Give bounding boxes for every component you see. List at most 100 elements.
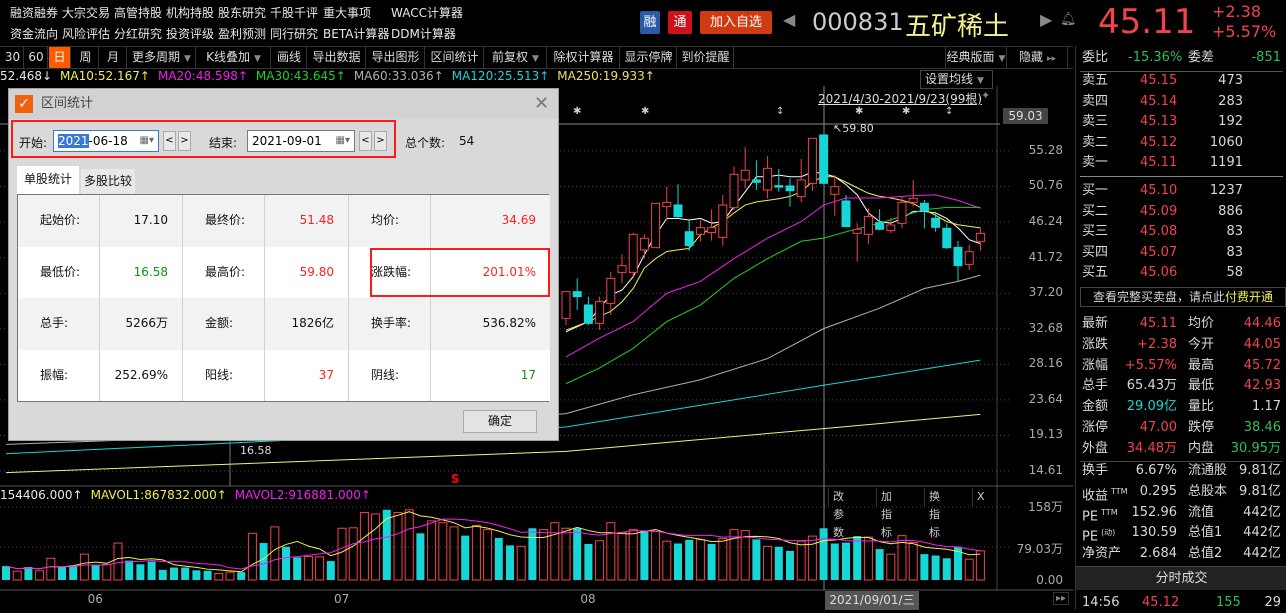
ask-row[interactable]: 卖四 45.14 283 — [1076, 92, 1286, 112]
fundamental-label: 流通股 — [1188, 463, 1228, 478]
candle-body — [908, 197, 918, 203]
volume-bar — [640, 531, 649, 580]
bid-row[interactable]: 买一 45.10 1237 — [1076, 181, 1286, 201]
quote-label: 金额 — [1082, 399, 1109, 415]
price-change-pct: +5.57% — [1212, 22, 1277, 41]
bid-row[interactable]: 买三 45.08 83 — [1076, 222, 1286, 242]
volume-bar — [359, 512, 369, 581]
level-price: 45.13 — [1140, 114, 1178, 130]
weibi-row: 委比 -15.36% 委差 -851 — [1076, 48, 1286, 68]
end-date-input[interactable]: 2021-09-01 ▦▾ — [247, 130, 355, 152]
paid-open-link[interactable]: 付费开通 — [1225, 290, 1273, 304]
level-price: 45.10 — [1140, 183, 1178, 198]
ask-row[interactable]: 卖二 45.12 1060 — [1076, 133, 1286, 153]
ask-row[interactable]: 卖三 45.13 192 — [1076, 112, 1286, 132]
volume-bar — [752, 539, 761, 580]
tab-single-stock[interactable]: 单股统计 — [17, 166, 79, 194]
volume-bar — [471, 524, 481, 581]
start-date-input[interactable]: 2021-06-18 ▦▾ — [53, 130, 159, 152]
volume-bar — [326, 561, 335, 580]
dialog-title-bar[interactable]: 区间统计 — [9, 89, 558, 119]
volume-bar — [303, 555, 313, 581]
volume-bar — [136, 564, 145, 580]
fundamental-value: 9.81亿 — [1239, 463, 1281, 478]
close-icon[interactable]: ✕ — [534, 93, 549, 114]
start-prev-button[interactable]: < — [163, 131, 176, 151]
fundamental-value: 152.96 — [1131, 504, 1178, 520]
stat-value: 37 — [265, 349, 349, 401]
calendar-dropdown-icon[interactable]: ▦▾ — [140, 131, 154, 151]
range-label[interactable]: 2021/4/30-2021/9/23(99根) — [818, 90, 982, 107]
bid-row[interactable]: 买二 45.09 886 — [1076, 202, 1286, 222]
level-label: 卖三 — [1082, 114, 1109, 130]
stat-label: 金额: — [183, 298, 265, 350]
calendar-dropdown-icon[interactable]: ▦▾ — [336, 131, 350, 151]
start-date-rest: -06-18 — [88, 134, 128, 148]
bid-row[interactable]: 买四 45.07 83 — [1076, 243, 1286, 263]
stat-label: 均价: — [349, 195, 431, 247]
volume-bar — [516, 545, 526, 581]
start-next-button[interactable]: > — [178, 131, 191, 151]
fundamental-value: 130.59 — [1131, 525, 1178, 541]
fundamental-row: PE (动) 130.59 总值1 442亿 — [1076, 523, 1286, 544]
level-volume: 83 — [1226, 224, 1243, 240]
volume-bar — [102, 563, 112, 581]
stat-label: 最高价: — [183, 246, 265, 298]
tick-price: 45.12 — [1142, 595, 1180, 610]
quote-row: 涨幅 +5.57% 最高 45.72 — [1076, 356, 1286, 376]
last-price: 45.11 — [1098, 2, 1196, 42]
price-tick: 55.28 — [1028, 142, 1063, 157]
volume-bar — [819, 528, 828, 580]
volume-bar — [58, 567, 66, 580]
candle-body — [785, 185, 795, 192]
bid-row[interactable]: 买五 45.06 58 — [1076, 263, 1286, 283]
end-next-button[interactable]: > — [374, 131, 387, 151]
stat-value: 1826亿 — [265, 298, 349, 350]
min-price-label: 16.58 — [240, 444, 272, 457]
event-marker: ✱ — [855, 106, 863, 117]
volume-button[interactable]: 换指标 — [924, 488, 944, 539]
quote-value: +5.57% — [1124, 357, 1177, 373]
fundamental-value: 442亿 — [1243, 525, 1281, 541]
full-book-link[interactable]: 查看完整买卖盘，请点此付费开通 — [1080, 287, 1286, 307]
scroll-right-icon[interactable]: ▸▸ — [1053, 592, 1070, 605]
volume-bar — [181, 567, 190, 580]
candle-body — [583, 304, 593, 324]
volume-bar — [427, 520, 437, 581]
level-volume: 1237 — [1209, 183, 1243, 198]
tab-multi-compare[interactable]: 多股比较 — [81, 169, 135, 194]
candle-body — [841, 200, 851, 228]
candle-body — [763, 167, 773, 191]
quote-value: 30.95万 — [1230, 440, 1281, 456]
ask-row[interactable]: 卖五 45.15 473 — [1076, 71, 1286, 91]
end-prev-button[interactable]: < — [359, 131, 372, 151]
set-ma-button[interactable]: 设置均线 ▼ — [920, 70, 993, 89]
level-label: 卖二 — [1082, 134, 1109, 150]
ask-row[interactable]: 卖一 45.11 1191 — [1076, 153, 1286, 173]
volume-button[interactable]: 改参数 — [828, 488, 848, 539]
quote-row: 涨跌 +2.38 今开 44.05 — [1076, 335, 1286, 355]
stat-value: 17 — [431, 349, 550, 401]
volume-button[interactable]: 加指标 — [876, 488, 896, 539]
quote-label: 最高 — [1188, 357, 1215, 373]
ticks-title[interactable]: 分时成交 — [1076, 566, 1286, 590]
candle-body — [897, 201, 907, 224]
fundamental-row: PE TTM 152.96 流值 442亿 — [1076, 503, 1286, 524]
level-price: 45.07 — [1140, 244, 1178, 260]
fundamental-row: 换手 6.67% 流通股 9.81亿 — [1076, 461, 1286, 481]
volume-bar — [461, 535, 470, 580]
volume-bar — [942, 558, 951, 580]
month-label: 06 — [87, 592, 103, 606]
volume-legend-item: MAVOL2:916881.000↑ — [234, 488, 371, 502]
price-tick: 23.64 — [1028, 391, 1063, 406]
volume-bar — [886, 553, 896, 581]
volume-button[interactable]: X — [972, 488, 989, 506]
stat-label: 振幅: — [18, 349, 100, 401]
volume-bar — [259, 543, 268, 580]
pin-icon[interactable]: ✦ — [981, 89, 990, 102]
ok-button[interactable]: 确定 — [463, 410, 537, 433]
volume-bar — [438, 522, 448, 581]
level-volume: 283 — [1218, 93, 1243, 109]
fundamental-value: 2.684 — [1139, 546, 1177, 562]
volume-bar — [2, 566, 10, 580]
